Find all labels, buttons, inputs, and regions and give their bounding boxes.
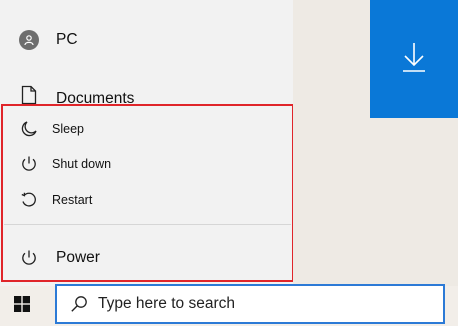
download-arrow-icon (401, 41, 427, 78)
user-account-label: PC (56, 31, 78, 48)
restart-menu-item[interactable]: Restart (0, 187, 293, 213)
power-menu-divider (4, 224, 291, 225)
power-icon (18, 247, 40, 269)
power-button[interactable]: Power (0, 244, 293, 272)
shut-down-menu-item[interactable]: Shut down (0, 151, 293, 177)
start-button[interactable] (0, 286, 44, 326)
taskbar-search-box[interactable]: Type here to search (55, 284, 445, 324)
restart-icon (18, 189, 40, 211)
power-label: Power (56, 249, 100, 266)
documents-label: Documents (56, 90, 135, 107)
sleep-menu-item[interactable]: Sleep (0, 116, 293, 142)
search-icon (70, 295, 88, 313)
moon-icon (18, 118, 40, 140)
document-icon (18, 84, 40, 106)
power-icon (18, 153, 40, 175)
windows-logo-icon (14, 295, 30, 317)
download-tile[interactable] (370, 0, 458, 118)
restart-label: Restart (52, 193, 93, 207)
user-account-item[interactable]: PC (0, 25, 293, 55)
user-avatar-icon (18, 29, 40, 51)
shut-down-label: Shut down (52, 157, 112, 171)
search-placeholder: Type here to search (98, 295, 235, 312)
documents-item[interactable]: Documents (0, 80, 293, 110)
sleep-label: Sleep (52, 122, 84, 136)
